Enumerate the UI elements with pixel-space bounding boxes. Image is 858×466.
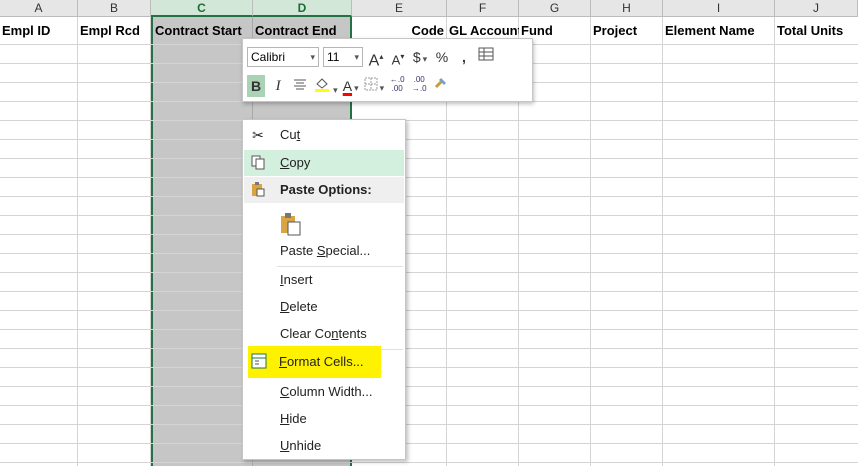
column-c [151, 17, 253, 466]
row-line [0, 405, 858, 406]
menu-item-format-cells[interactable]: Format Cells... [248, 346, 381, 378]
chevron-down-icon[interactable]: ▾ [354, 47, 359, 67]
align-center-icon[interactable] [291, 75, 309, 97]
row-line [0, 386, 858, 387]
header-cell-total-units[interactable]: Total Units [775, 17, 858, 44]
row-line [0, 443, 858, 444]
menu-item-delete[interactable]: Delete [244, 294, 404, 320]
row-line [0, 424, 858, 425]
column-i [663, 17, 775, 466]
header-cell-element-name[interactable]: Element Name [663, 17, 775, 44]
comma-style-icon[interactable]: , [455, 46, 473, 68]
column-header-g[interactable]: G [519, 0, 591, 17]
clipboard-icon [249, 181, 267, 199]
format-as-table-icon[interactable] [477, 46, 495, 68]
column-header-d[interactable]: D [253, 0, 352, 17]
header-cell-project[interactable]: Project [591, 17, 663, 44]
header-cell-empl-rcd[interactable]: Empl Rcd [78, 17, 151, 44]
increase-decimal-icon[interactable]: ←.0 .00 [388, 75, 406, 97]
row-line [0, 139, 858, 140]
font-name-box[interactable]: Calibri ▾ [247, 47, 319, 67]
context-menu: ✂ Cut Copy Paste Options: Paste Special.… [242, 119, 406, 460]
menu-item-cut-label: Cut [280, 127, 301, 142]
row-line [0, 462, 858, 463]
font-color-icon[interactable]: A ▾ [342, 75, 360, 97]
row-line [0, 158, 858, 159]
shrink-font-icon[interactable]: A▾ [389, 46, 407, 68]
format-painter-icon[interactable] [432, 75, 450, 97]
menu-item-clear-contents[interactable]: Clear Contents [244, 321, 404, 347]
column-header-i[interactable]: I [663, 0, 775, 17]
row-line [0, 310, 858, 311]
column-header-e[interactable]: E [352, 0, 447, 17]
chevron-down-icon[interactable]: ▾ [310, 47, 315, 67]
row-line [0, 348, 858, 349]
row-line [0, 329, 858, 330]
borders-icon[interactable]: ▾ [364, 75, 384, 97]
percent-style-icon[interactable]: % [433, 46, 451, 68]
font-size-value: 11 [327, 50, 340, 64]
menu-header-paste-options: Paste Options: [244, 177, 404, 203]
menu-item-copy-label: Copy [280, 155, 311, 170]
row-line [0, 272, 858, 273]
row-line [0, 196, 858, 197]
column-header-a[interactable]: A [0, 0, 78, 17]
mini-toolbar-row-2: B I ▾ A ▾ ▾ ←.0 .00 .00 →.0 [247, 73, 528, 99]
menu-item-insert[interactable]: Insert [244, 267, 404, 293]
column-h [591, 17, 663, 466]
column-a [0, 17, 78, 466]
font-size-box[interactable]: 11 ▾ [323, 47, 363, 67]
scissors-icon: ✂ [252, 127, 264, 143]
paste-icon [280, 212, 302, 236]
row-line [0, 367, 858, 368]
bold-button[interactable]: B [247, 75, 266, 97]
row-line [0, 253, 858, 254]
format-cells-icon [250, 353, 268, 371]
menu-item-unhide[interactable]: Unhide [244, 433, 404, 459]
menu-item-copy[interactable]: Copy [244, 150, 404, 176]
menu-item-cut[interactable]: ✂ Cut [244, 122, 404, 148]
grow-font-icon[interactable]: A▴ [367, 46, 385, 69]
copy-icon [249, 154, 267, 172]
row-line [0, 215, 858, 216]
menu-item-paste-special[interactable]: Paste Special... [244, 238, 404, 264]
mini-toolbar: Calibri ▾ 11 ▾ A▴ A▾ $ ▾ % , B I ▾ A ▾ ▾ ←… [242, 38, 533, 102]
column-header-h[interactable]: H [591, 0, 663, 17]
header-cell-empl-id[interactable]: Empl ID [0, 17, 78, 44]
italic-button[interactable]: I [269, 75, 287, 97]
column-j [775, 17, 858, 466]
row-line [0, 291, 858, 292]
menu-item-hide[interactable]: Hide [244, 406, 404, 432]
row-line [0, 234, 858, 235]
column-b [78, 17, 151, 466]
column-header-c[interactable]: C [151, 0, 253, 17]
decrease-decimal-icon[interactable]: .00 →.0 [410, 75, 428, 97]
column-header-b[interactable]: B [78, 0, 151, 17]
font-name-value: Calibri [251, 50, 286, 64]
row-line [0, 120, 858, 121]
menu-item-column-width[interactable]: Column Width... [244, 379, 404, 405]
column-header-j[interactable]: J [775, 0, 858, 17]
fill-color-icon[interactable]: ▾ [313, 75, 338, 97]
currency-format-icon[interactable]: $ ▾ [411, 46, 429, 68]
row-line [0, 177, 858, 178]
header-cell-contract-start[interactable]: Contract Start [153, 17, 251, 44]
paste-option-paste[interactable] [244, 206, 404, 240]
column-header-f[interactable]: F [447, 0, 519, 17]
mini-toolbar-row-1: Calibri ▾ 11 ▾ A▴ A▾ $ ▾ % , [247, 44, 528, 70]
